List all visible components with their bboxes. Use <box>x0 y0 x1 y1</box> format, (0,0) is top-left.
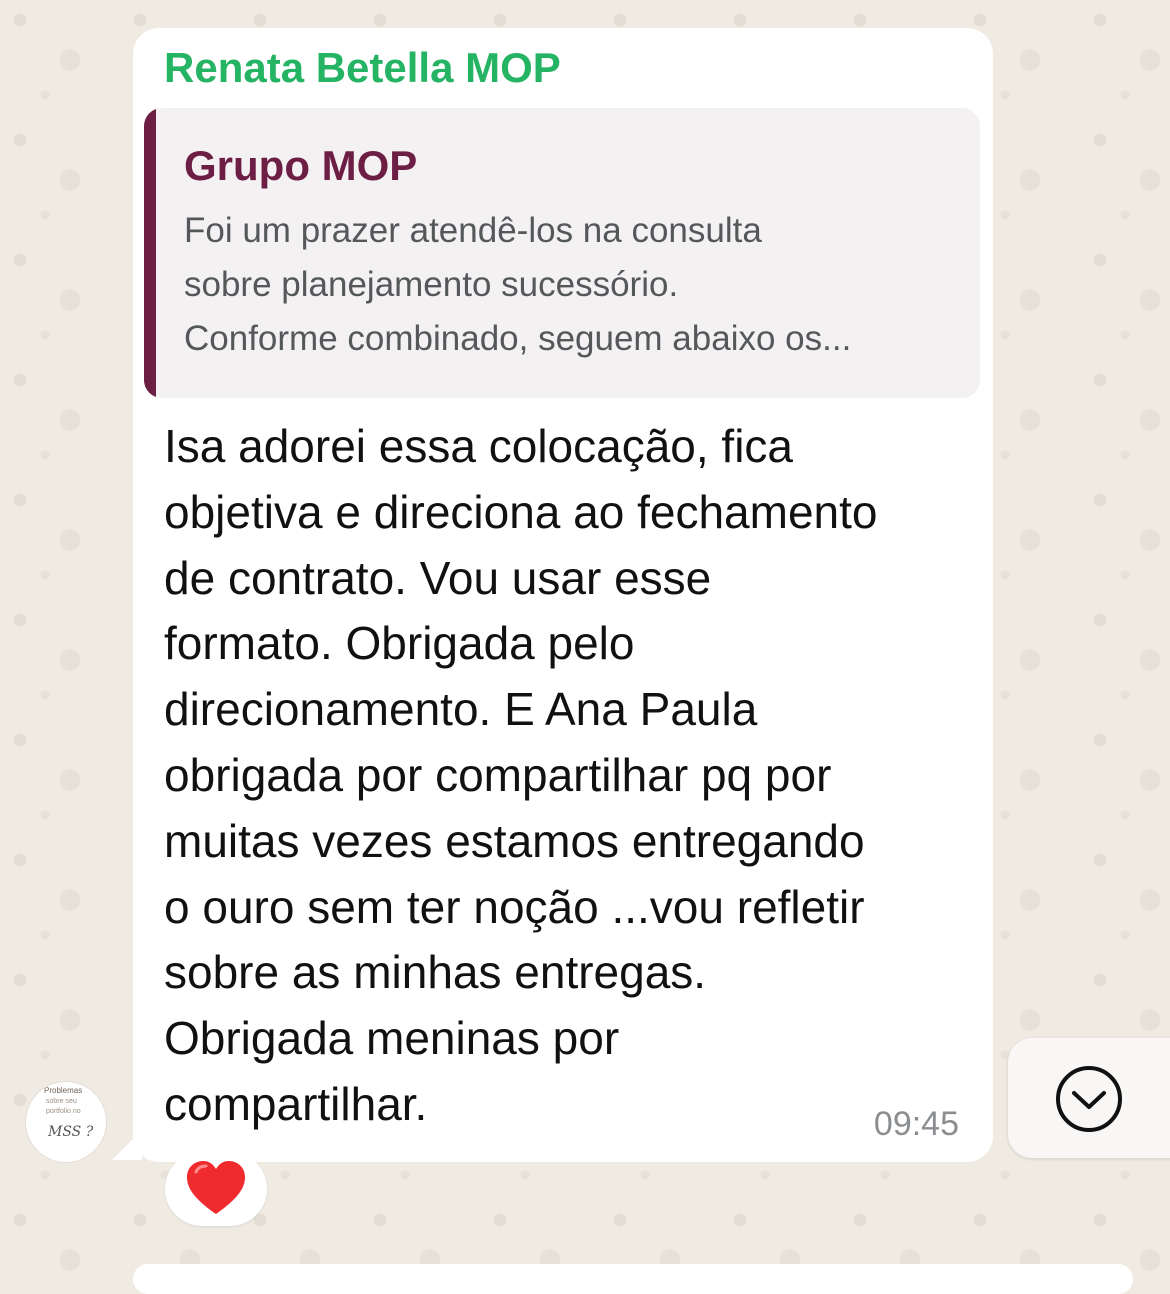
message-line: formato. Obrigada pelo <box>164 617 635 670</box>
avatar-text: Problemas <box>44 1086 83 1095</box>
message-timestamp: 09:45 <box>873 1105 959 1143</box>
message-text: Isa adorei essa colocação, fica objetiva… <box>164 414 964 1138</box>
scroll-to-bottom-button[interactable] <box>1008 1038 1170 1158</box>
next-message-bubble <box>133 1264 1133 1294</box>
message-line: compartilhar. <box>164 1077 428 1130</box>
quoted-line: sobre planejamento sucessório. <box>184 265 679 304</box>
message-line: muitas vezes estamos entregando <box>164 814 865 867</box>
avatar-mark: MSS ? <box>48 1124 94 1140</box>
quoted-title: Grupo MOP <box>184 142 418 189</box>
avatar-text: portfolio no <box>46 1108 81 1115</box>
message-reaction[interactable] <box>165 1152 267 1226</box>
sender-avatar[interactable]: Problemas sobre seu portfolio no MSS ? <box>25 1081 107 1163</box>
heart-icon <box>187 1161 245 1214</box>
message-line: de contrato. Vou usar esse <box>164 551 712 604</box>
message-bubble[interactable]: Renata Betella MOP Grupo MOP Foi um praz… <box>133 28 993 1162</box>
message-line: direcionamento. E Ana Paula <box>164 683 758 736</box>
message-line: Obrigada meninas por <box>164 1012 620 1065</box>
quote-accent-bar <box>144 108 156 398</box>
message-line: Isa adorei essa colocação, fica <box>164 420 794 472</box>
message-line: o ouro sem ter noção ...vou refletir <box>164 880 865 933</box>
message-line: obrigada por compartilhar pq por <box>164 748 832 801</box>
quoted-message[interactable]: Grupo MOP Foi um prazer atendê-los na co… <box>144 108 980 398</box>
quoted-text: Foi um prazer atendê-los na consulta sob… <box>184 204 964 366</box>
quoted-line: Conforme combinado, seguem abaixo os... <box>184 319 852 358</box>
sender-name[interactable]: Renata Betella MOP <box>164 44 561 92</box>
message-line: sobre as minhas entregas. <box>164 946 707 999</box>
quoted-line: Foi um prazer atendê-los na consulta <box>184 211 762 250</box>
avatar-text: sobre seu <box>46 1098 77 1105</box>
chevron-down-circle-icon <box>1056 1066 1122 1132</box>
message-line: objetiva e direciona ao fechamento <box>164 485 878 538</box>
